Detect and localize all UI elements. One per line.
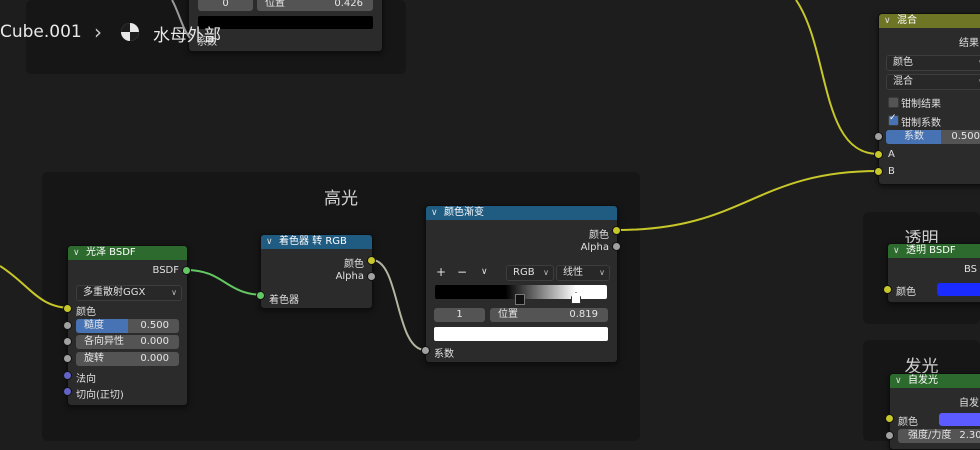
socket-transparent-color-in[interactable] bbox=[883, 285, 892, 294]
link-into-glossy-color bbox=[0, 265, 73, 309]
link-top-factor bbox=[171, 0, 191, 39]
socket-ramp-color-out[interactable] bbox=[612, 226, 621, 235]
socket-emission-strength-in[interactable] bbox=[885, 431, 894, 440]
node-links bbox=[0, 0, 879, 351]
socket-glossy-color-in[interactable] bbox=[63, 304, 72, 313]
link-glossy-to-shader-rgb bbox=[185, 269, 266, 296]
socket-shader-rgb-color-out[interactable] bbox=[367, 256, 376, 265]
link-ramp-color-to-mix-b bbox=[616, 170, 879, 231]
socket-glossy-rotation-in[interactable] bbox=[63, 354, 72, 363]
socket-shader-rgb-in[interactable] bbox=[256, 291, 265, 300]
link-into-mix-a bbox=[795, 0, 879, 155]
socket-mix-factor-in[interactable] bbox=[874, 132, 883, 141]
socket-mix-a-in[interactable] bbox=[874, 150, 883, 159]
socket-glossy-tangent-in[interactable] bbox=[63, 387, 72, 396]
socket-ramp-factor-in[interactable] bbox=[421, 346, 430, 355]
socket-glossy-anisotropy-in[interactable] bbox=[63, 337, 72, 346]
socket-glossy-roughness-in[interactable] bbox=[63, 321, 72, 330]
socket-glossy-normal-in[interactable] bbox=[63, 371, 72, 380]
socket-shader-rgb-alpha-out[interactable] bbox=[367, 272, 376, 281]
socket-emission-color-in[interactable] bbox=[885, 414, 894, 423]
socket-ramp-alpha-out[interactable] bbox=[612, 242, 621, 251]
socket-mix-b-in[interactable] bbox=[874, 167, 883, 176]
socket-glossy-bsdf-out[interactable] bbox=[182, 266, 191, 275]
link-rgb-to-ramp-factor bbox=[371, 259, 426, 351]
